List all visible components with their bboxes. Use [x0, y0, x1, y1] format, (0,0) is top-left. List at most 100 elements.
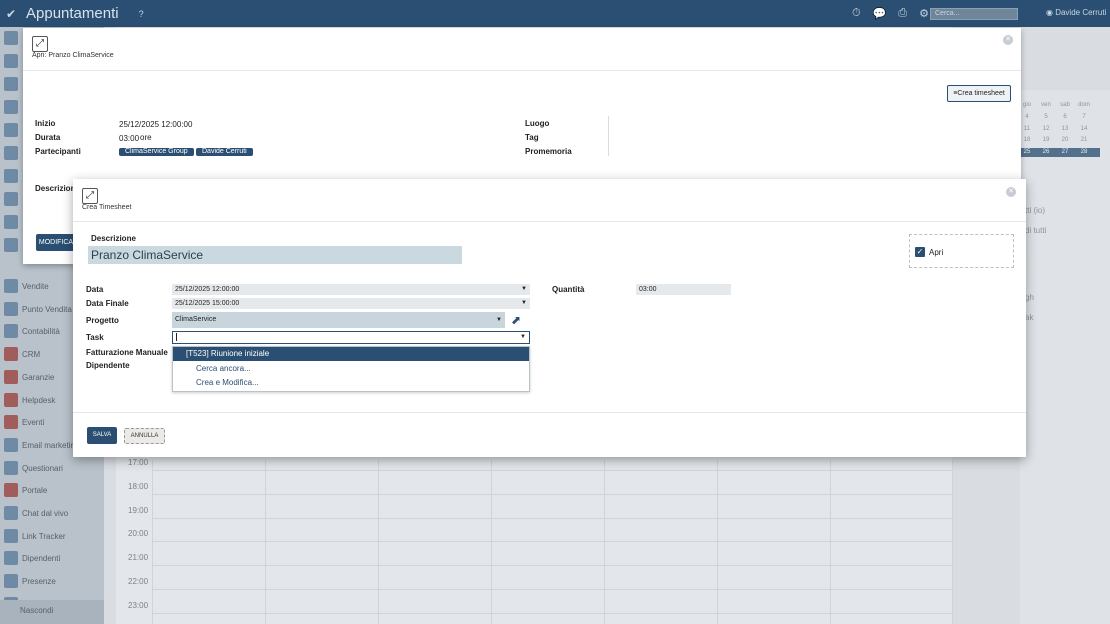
day-column-line — [952, 460, 953, 624]
cancel-button[interactable]: ANNULLA — [124, 428, 165, 444]
sidebar-app-icon[interactable] — [4, 76, 22, 92]
sidebar-item[interactable]: Portale — [4, 482, 47, 498]
sidebar-item[interactable]: Questionari — [4, 460, 63, 476]
sidebar-item[interactable]: Email marketing — [4, 437, 79, 453]
chat-icon[interactable]: 💬 — [873, 7, 887, 20]
sidebar-app-icon[interactable] — [4, 53, 22, 69]
date-field[interactable]: 25/12/2025 12:00:00 ▼ — [172, 284, 530, 295]
external-link-icon[interactable]: ⬈ — [511, 313, 521, 327]
sidebar-item-label: Email marketing — [22, 440, 80, 450]
sidebar-item[interactable]: Chat dal vivo — [4, 505, 68, 521]
sidebar-item[interactable]: Link Tracker — [4, 528, 66, 544]
expand-icon[interactable]: ⤢ — [82, 188, 98, 204]
app-icon — [4, 77, 18, 91]
participant-tag[interactable]: ClimaService Group — [119, 148, 194, 156]
hour-label: 21:00 — [128, 553, 149, 562]
app-icon — [4, 574, 18, 588]
sidebar-item[interactable]: CRM — [4, 346, 40, 362]
divider — [73, 221, 1026, 222]
close-icon[interactable]: ✕ — [1006, 187, 1016, 197]
sidebar-item-label: Punto Vendita — [22, 304, 72, 314]
sidebar-app-icon[interactable] — [4, 145, 22, 161]
mini-calendar-day[interactable]: 20 — [1056, 137, 1074, 143]
sidebar-item[interactable]: Eventi — [4, 414, 44, 430]
sidebar-item-label: Link Tracker — [22, 531, 66, 541]
mini-calendar-day[interactable]: 14 — [1075, 126, 1093, 132]
sidebar-item[interactable]: Punto Vendita — [4, 301, 72, 317]
day-column-line — [830, 460, 831, 624]
create-edit-link[interactable]: Crea e Modifica... — [196, 378, 259, 387]
mini-calendar-day[interactable]: 13 — [1056, 126, 1074, 132]
sidebar-hide-button[interactable]: Nascondi — [0, 600, 104, 624]
modal-title: Apri: Pranzo ClimaService — [32, 52, 114, 59]
chevron-down-icon: ▼ — [520, 334, 526, 340]
quantity-field[interactable]: 03:00 — [636, 284, 731, 295]
dropdown-option-selected[interactable]: [T523] Riunione iniziale — [173, 347, 529, 361]
app-icon — [4, 370, 18, 384]
project-value: ClimaService — [175, 316, 217, 323]
app-icon — [4, 551, 18, 565]
hour-gridline — [152, 518, 952, 519]
sidebar-item-label: Presenze — [22, 576, 56, 586]
sidebar-item-label: Vendite — [22, 281, 49, 291]
sidebar-app-icon[interactable] — [4, 99, 22, 115]
open-checkbox[interactable]: ✓ — [915, 247, 925, 257]
description-input[interactable]: Pranzo ClimaService — [88, 246, 462, 264]
sidebar-item[interactable]: Garanzie — [4, 369, 54, 385]
search-input[interactable]: Cerca... — [930, 8, 1018, 20]
sidebar-app-icon[interactable] — [4, 122, 22, 138]
hour-label: 17:00 — [128, 458, 149, 467]
sidebar-app-icon[interactable] — [4, 168, 22, 184]
edit-button[interactable]: MODIFICA — [36, 234, 76, 251]
participant-tag[interactable]: Davide Cerruti — [196, 148, 253, 156]
create-timesheet-button[interactable]: ≡Crea timesheet — [947, 85, 1011, 102]
search-more-link[interactable]: Cerca ancora... — [196, 364, 251, 373]
right-panel-text: ak — [1025, 313, 1034, 322]
mini-calendar-day[interactable]: 6 — [1056, 114, 1074, 120]
sidebar-app-icon[interactable] — [4, 30, 22, 46]
description-label: Descrizione — [91, 234, 136, 243]
date-label: Data — [86, 285, 104, 294]
sidebar-item[interactable]: Vendite — [4, 278, 49, 294]
print-icon[interactable]: ⎙ — [898, 7, 907, 20]
close-icon[interactable]: ✕ — [1003, 35, 1013, 45]
app-icon — [4, 347, 18, 361]
mini-calendar-day[interactable]: 7 — [1075, 114, 1093, 120]
sidebar-item-label: Chat dal vivo — [22, 508, 69, 518]
mini-calendar-day[interactable]: 28 — [1075, 149, 1093, 155]
end-date-field[interactable]: 25/12/2025 15:00:00 ▼ — [172, 298, 530, 309]
mini-calendar-day[interactable]: 27 — [1056, 149, 1074, 155]
sidebar-item[interactable]: Contabilità — [4, 323, 60, 339]
sidebar-app-icon[interactable] — [4, 237, 22, 253]
mini-calendar-day[interactable]: 5 — [1037, 114, 1055, 120]
text-cursor — [176, 333, 177, 342]
app-icon — [4, 31, 18, 45]
sidebar-app-icon[interactable] — [4, 214, 22, 230]
app-icon — [4, 215, 18, 229]
top-bar: ✔ Appuntamenti ? ⏱ 💬 ⎙ ⚙ Cerca... ◉ Davi… — [0, 0, 1110, 27]
mini-calendar-day[interactable]: 26 — [1037, 149, 1055, 155]
mini-calendar-day[interactable]: 19 — [1037, 137, 1055, 143]
employee-label: Dipendente — [86, 361, 130, 370]
app-logo-icon[interactable]: ✔ — [0, 0, 22, 27]
mini-calendar-day[interactable]: 12 — [1037, 126, 1055, 132]
sidebar-item[interactable]: Presenze — [4, 573, 56, 589]
timer-icon[interactable]: ⏱ — [852, 7, 861, 20]
save-button[interactable]: SALVA — [87, 427, 117, 444]
sidebar-item-label: Garanzie — [22, 372, 55, 382]
mini-calendar-day[interactable]: 21 — [1075, 137, 1093, 143]
sidebar-item[interactable]: Helpdesk — [4, 392, 55, 408]
project-label: Progetto — [86, 316, 119, 325]
user-menu[interactable]: ◉ Davide Cerruti — [1046, 8, 1106, 17]
expand-icon[interactable]: ⤢ — [32, 36, 48, 52]
sidebar-item[interactable]: Dipendenti — [4, 550, 60, 566]
task-input[interactable]: ▼ — [172, 331, 530, 344]
project-field[interactable]: ClimaService ▼ — [172, 312, 505, 328]
day-column-line — [265, 460, 266, 624]
help-icon[interactable]: ? — [139, 9, 144, 19]
sidebar-app-icon[interactable] — [4, 191, 22, 207]
sidebar-item-label: Helpdesk — [22, 395, 56, 405]
end-date-label: Data Finale — [86, 299, 129, 308]
spinner-icon[interactable]: ⚙ — [919, 7, 929, 20]
location-label: Luogo — [525, 119, 550, 128]
